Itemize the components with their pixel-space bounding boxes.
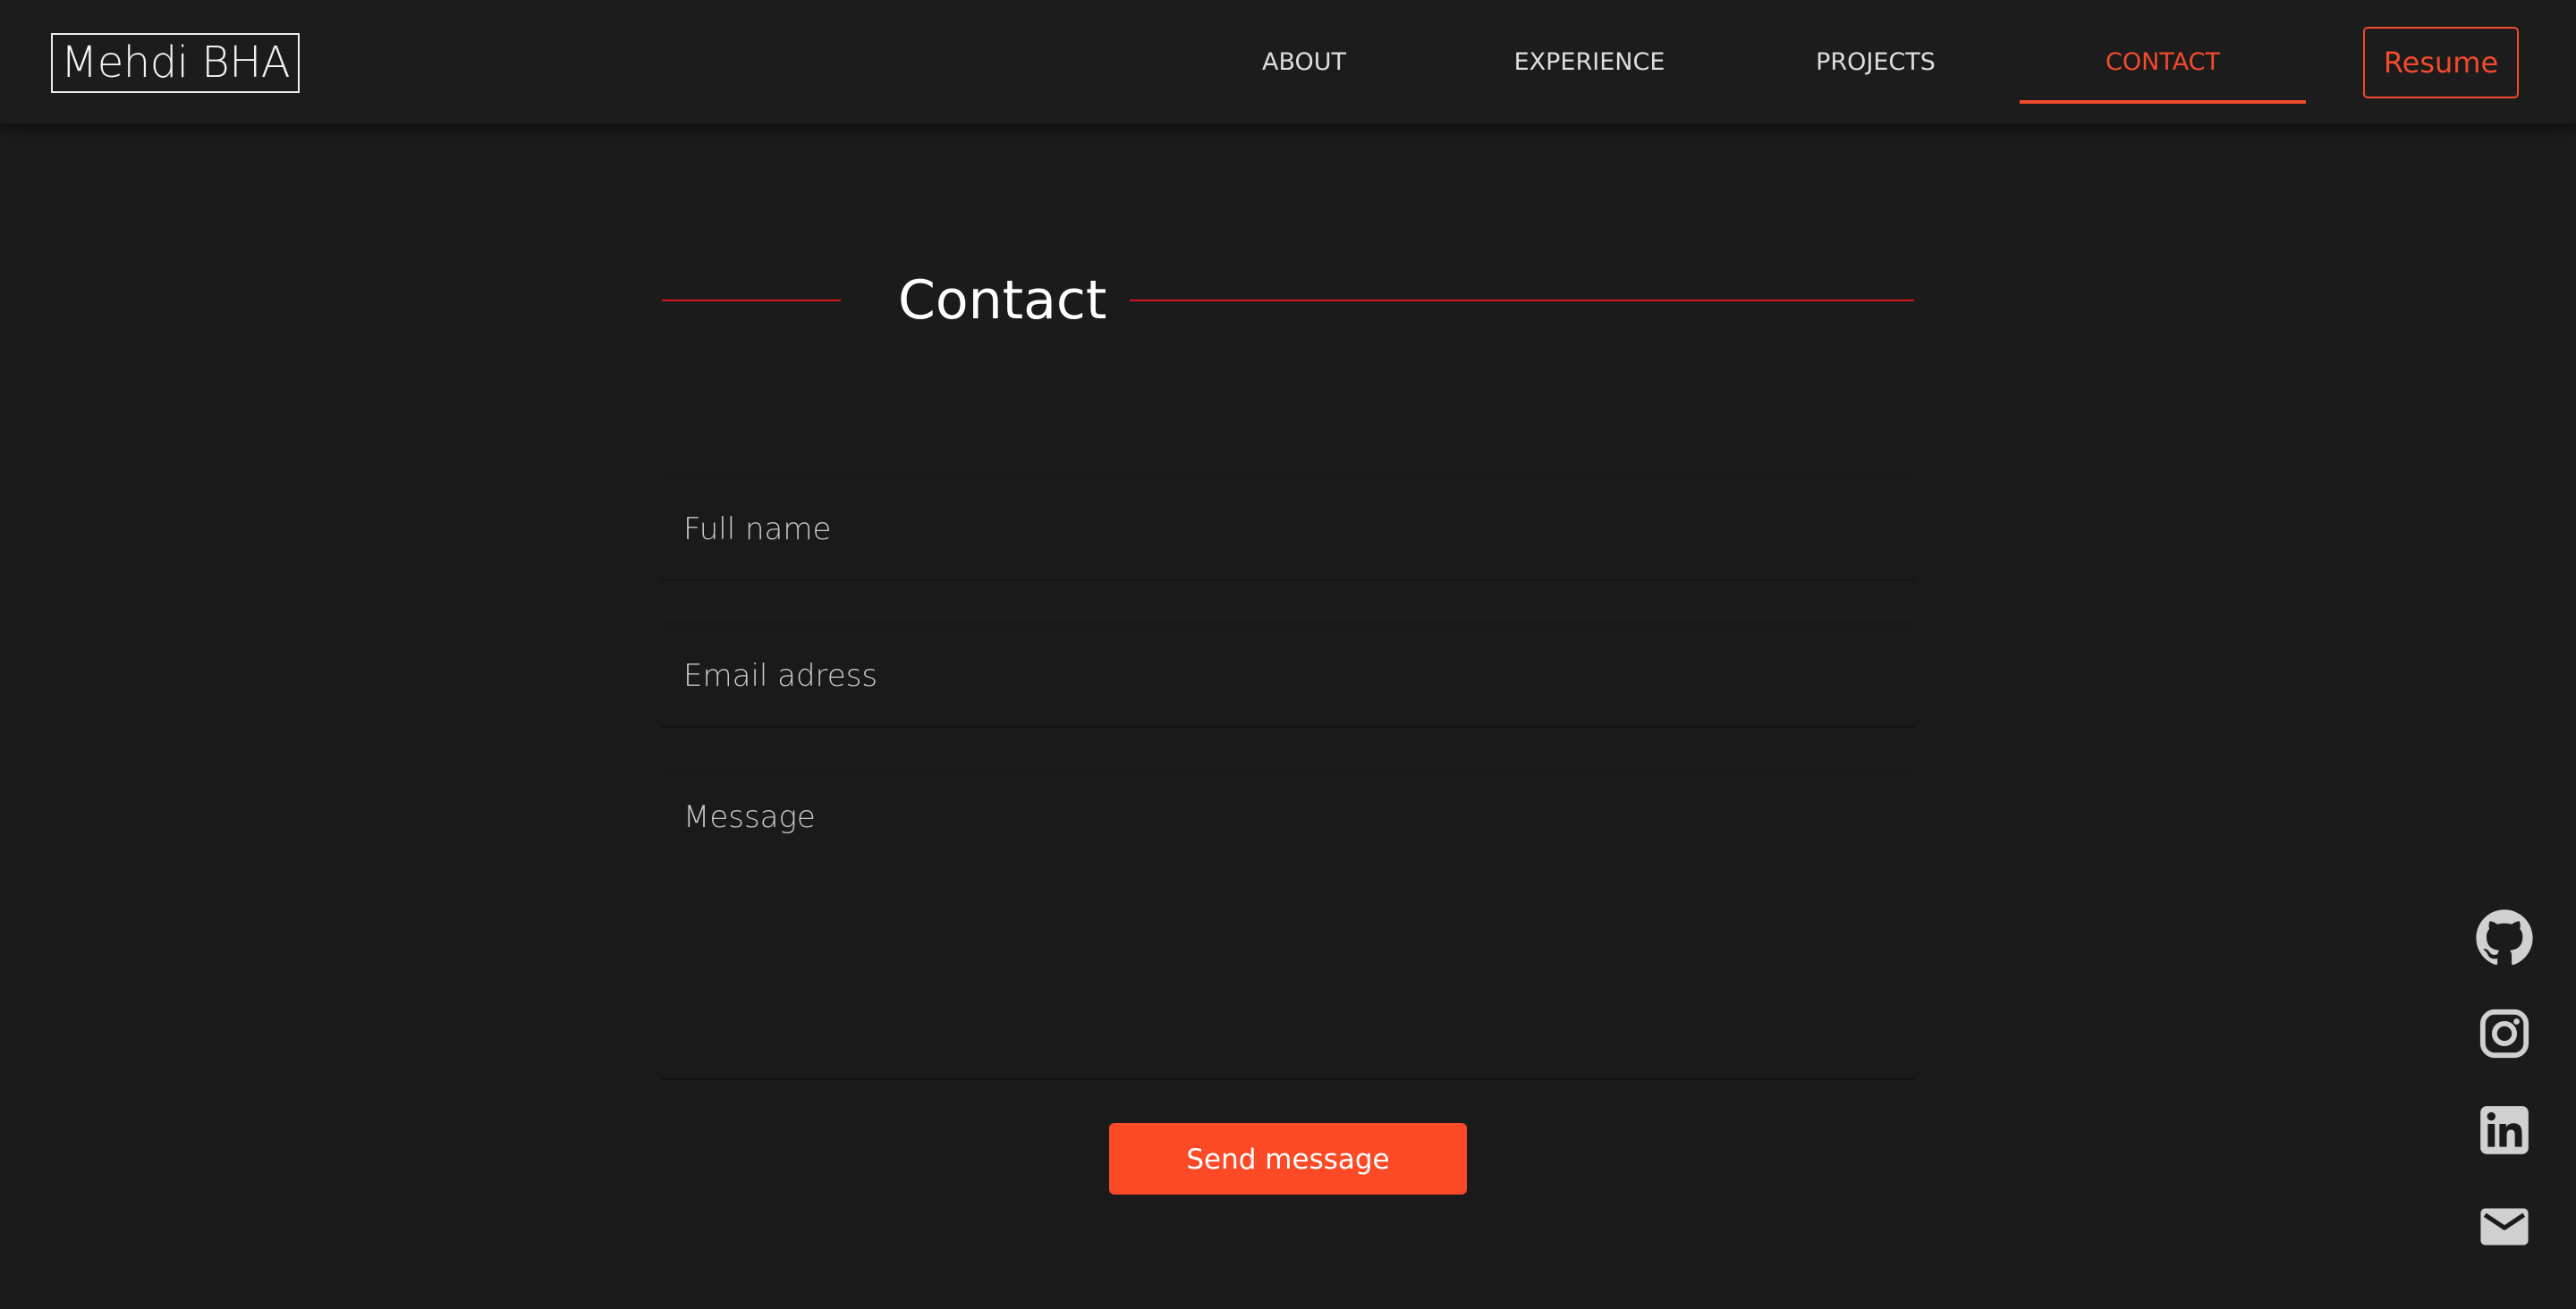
mail-icon [2480, 1208, 2529, 1246]
github-icon [2476, 909, 2533, 966]
nav-about[interactable]: ABOUT [1233, 0, 1376, 123]
nav-active-indicator [2020, 100, 2306, 104]
nav-contact[interactable]: CONTACT [2073, 0, 2252, 123]
nav-projects[interactable]: PROJECTS [1804, 0, 1947, 123]
site-logo[interactable]: Mehdi BHA [51, 33, 300, 93]
section-title: Contact [898, 269, 1107, 332]
email-input[interactable] [662, 626, 1914, 728]
instagram-icon [2479, 1009, 2529, 1059]
resume-button[interactable]: Resume [2363, 27, 2519, 98]
top-navbar: Mehdi BHA ABOUT EXPERIENCE PROJECTS CONT… [0, 0, 2576, 123]
github-link[interactable] [2474, 908, 2535, 968]
title-rule-right [1130, 300, 1914, 301]
nav-experience[interactable]: EXPERIENCE [1500, 0, 1679, 123]
send-message-button[interactable]: Send message [1109, 1123, 1467, 1195]
title-rule-left [662, 300, 841, 301]
message-textarea[interactable] [662, 773, 1914, 1080]
instagram-link[interactable] [2474, 1003, 2535, 1064]
full-name-input[interactable] [662, 479, 1914, 581]
linkedin-icon [2480, 1106, 2529, 1154]
linkedin-link[interactable] [2474, 1100, 2535, 1161]
email-link[interactable] [2474, 1196, 2535, 1257]
